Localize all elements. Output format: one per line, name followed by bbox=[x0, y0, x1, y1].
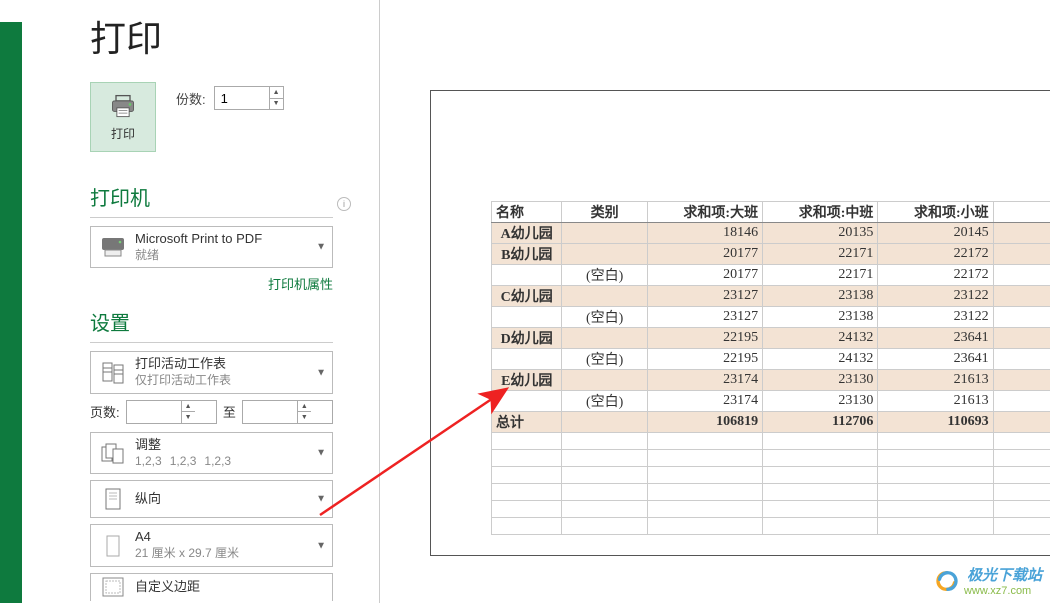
divider bbox=[90, 342, 333, 343]
chevron-down-icon: ▼ bbox=[316, 540, 326, 551]
copies-label: 份数: bbox=[176, 89, 206, 108]
printer-status: 就绪 bbox=[135, 248, 324, 264]
table-header: 求和项 bbox=[993, 202, 1050, 223]
copies-down[interactable]: ▼ bbox=[270, 99, 283, 110]
spin-up[interactable]: ▲ bbox=[182, 401, 195, 413]
sheets-icon bbox=[99, 359, 127, 387]
table-header: 类别 bbox=[562, 202, 647, 223]
printer-dropdown[interactable]: Microsoft Print to PDF 就绪 ▼ bbox=[90, 226, 333, 268]
watermark: 极光下载站 www.xz7.com bbox=[933, 564, 1042, 597]
print-what-sub: 仅打印活动工作表 bbox=[135, 373, 324, 389]
table-total-row: 总计106819112706110693 bbox=[492, 412, 1050, 433]
orientation-main: 纵向 bbox=[135, 491, 324, 508]
table-empty-row bbox=[492, 518, 1050, 535]
watermark-text1: 极光下载站 bbox=[967, 564, 1042, 585]
table-empty-row bbox=[492, 484, 1050, 501]
table-row: (空白)201772217122172 bbox=[492, 265, 1050, 286]
paper-dropdown[interactable]: A4 21 厘米 x 29.7 厘米 ▼ bbox=[90, 524, 333, 566]
watermark-text2: www.xz7.com bbox=[964, 585, 1042, 597]
backstage-sidebar: ◂ bbox=[0, 0, 22, 603]
table-row: C幼儿园231272313823122 bbox=[492, 286, 1050, 307]
info-icon[interactable]: i bbox=[337, 197, 351, 211]
table-row: (空白)231742313021613 bbox=[492, 391, 1050, 412]
printer-device-icon bbox=[99, 233, 127, 261]
margins-main: 自定义边距 bbox=[135, 579, 324, 596]
chevron-down-icon: ▼ bbox=[316, 494, 326, 505]
collate-main: 调整 bbox=[135, 437, 324, 454]
print-button[interactable]: 打印 bbox=[90, 82, 156, 152]
copies-input[interactable] bbox=[215, 87, 269, 109]
print-settings-panel: 打印 打印 份数: ▲ ▼ 打印机 i bbox=[22, 0, 380, 603]
pages-to-input[interactable] bbox=[243, 401, 297, 423]
table-header: 求和项:大班 bbox=[647, 202, 762, 223]
watermark-logo-icon bbox=[933, 571, 961, 591]
pivot-table: 名称类别求和项:大班求和项:中班求和项:小班求和项 A幼儿园1814620135… bbox=[491, 201, 1050, 535]
print-button-label: 打印 bbox=[111, 125, 135, 142]
table-row: A幼儿园181462013520145 bbox=[492, 223, 1050, 244]
spin-down[interactable]: ▼ bbox=[182, 412, 195, 423]
pages-from-input[interactable] bbox=[127, 401, 181, 423]
table-header: 名称 bbox=[492, 202, 562, 223]
copies-up[interactable]: ▲ bbox=[270, 87, 283, 99]
chevron-down-icon: ▼ bbox=[316, 448, 326, 459]
chevron-down-icon: ▼ bbox=[316, 367, 326, 378]
page-icon bbox=[99, 532, 127, 560]
collate-icon bbox=[99, 439, 127, 467]
spin-up[interactable]: ▲ bbox=[298, 401, 311, 413]
table-empty-row bbox=[492, 467, 1050, 484]
page-title: 打印 bbox=[90, 10, 379, 62]
settings-section-title: 设置 bbox=[90, 307, 130, 336]
pages-to-label: 至 bbox=[223, 402, 236, 421]
table-empty-row bbox=[492, 433, 1050, 450]
printer-icon bbox=[108, 93, 138, 121]
table-empty-row bbox=[492, 501, 1050, 518]
print-what-main: 打印活动工作表 bbox=[135, 356, 324, 373]
copies-spinner[interactable]: ▲ ▼ bbox=[214, 86, 284, 110]
table-header: 求和项:中班 bbox=[763, 202, 878, 223]
collate-sub: 1,2,31,2,31,2,3 bbox=[135, 454, 324, 470]
printer-section-title: 打印机 bbox=[90, 182, 150, 211]
table-empty-row bbox=[492, 450, 1050, 467]
print-preview-area: 名称类别求和项:大班求和项:中班求和项:小班求和项 A幼儿园1814620135… bbox=[380, 0, 1050, 603]
orientation-dropdown[interactable]: 纵向 ▼ bbox=[90, 480, 333, 518]
pages-label: 页数: bbox=[90, 402, 120, 421]
margins-dropdown[interactable]: 自定义边距 bbox=[90, 573, 333, 601]
chevron-down-icon: ▼ bbox=[316, 242, 326, 253]
table-row: D幼儿园221952413223641 bbox=[492, 328, 1050, 349]
table-row: (空白)231272313823122 bbox=[492, 307, 1050, 328]
preview-page: 名称类别求和项:大班求和项:中班求和项:小班求和项 A幼儿园1814620135… bbox=[430, 90, 1050, 556]
portrait-icon bbox=[99, 485, 127, 513]
paper-sub: 21 厘米 x 29.7 厘米 bbox=[135, 546, 324, 562]
table-row: (空白)221952413223641 bbox=[492, 349, 1050, 370]
pages-to-spinner[interactable]: ▲▼ bbox=[242, 400, 333, 424]
table-header: 求和项:小班 bbox=[878, 202, 993, 223]
spin-down[interactable]: ▼ bbox=[298, 412, 311, 423]
margins-icon bbox=[99, 573, 127, 601]
printer-name: Microsoft Print to PDF bbox=[135, 231, 324, 248]
table-row: E幼儿园231742313021613 bbox=[492, 370, 1050, 391]
divider bbox=[90, 217, 333, 218]
print-what-dropdown[interactable]: 打印活动工作表 仅打印活动工作表 ▼ bbox=[90, 351, 333, 393]
paper-main: A4 bbox=[135, 529, 324, 546]
table-row: B幼儿园201772217122172 bbox=[492, 244, 1050, 265]
printer-properties-link[interactable]: 打印机属性 bbox=[268, 277, 333, 292]
pages-from-spinner[interactable]: ▲▼ bbox=[126, 400, 217, 424]
collate-dropdown[interactable]: 调整 1,2,31,2,31,2,3 ▼ bbox=[90, 432, 333, 474]
